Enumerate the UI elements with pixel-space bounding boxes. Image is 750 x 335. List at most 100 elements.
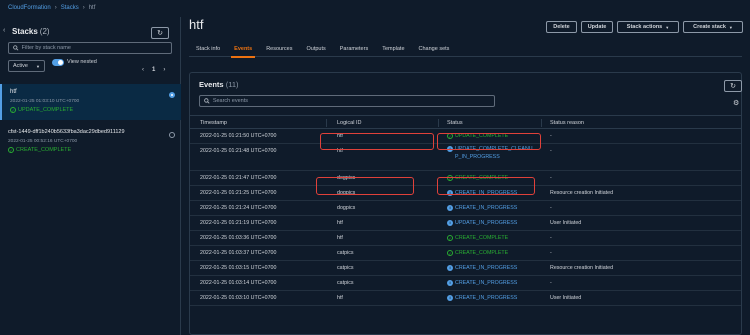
event-status-reason: - <box>550 205 552 211</box>
highlight-box <box>437 133 541 150</box>
event-timestamp: 2022-01-25 01:03:15 UTC+0700 <box>200 265 277 271</box>
stacks-panel-header: Stacks (2) <box>12 27 50 36</box>
event-status-reason: Resource creation Initiated <box>550 265 614 271</box>
event-status-text: CREATE_IN_PROGRESS <box>455 205 518 211</box>
stack-list-item-htf[interactable]: htf 2022-01-25 01:03:10 UTC+0700 ✓ UPDAT… <box>0 84 181 120</box>
page-number[interactable]: 1 <box>152 67 155 73</box>
event-status-text: CREATE_IN_PROGRESS <box>455 265 518 271</box>
event-status-reason: User Initiated <box>550 295 582 301</box>
stack-list-item-cfst[interactable]: cfst-1449-dff1b240b5633fba3dac29dbed9111… <box>0 124 181 160</box>
check-circle-icon: ✓ <box>10 106 16 113</box>
highlight-box <box>316 177 414 195</box>
table-row: 2022-01-25 01:03:37 UTC+0700 catpics ✓ CREA… <box>190 246 741 261</box>
column-divider <box>541 119 542 127</box>
event-logical-id: dogpics <box>337 205 356 211</box>
update-button[interactable]: Update <box>581 21 613 33</box>
event-logical-id: catpics <box>337 250 354 256</box>
next-page-icon[interactable]: › <box>163 67 165 73</box>
breadcrumb-cloudformation[interactable]: CloudFormation <box>8 5 51 11</box>
event-status-text: CREATE_IN_PROGRESS <box>455 280 518 286</box>
stack-tabs: Stack info Events Resources Outputs Para… <box>189 41 742 58</box>
event-timestamp: 2022-01-25 01:21:24 UTC+0700 <box>200 205 277 211</box>
table-row: 2022-01-25 01:03:14 UTC+0700 catpics i CREA… <box>190 276 741 291</box>
stack-actions-label: Stack actions <box>626 24 663 30</box>
event-timestamp: 2022-01-25 01:21:47 UTC+0700 <box>200 175 277 181</box>
events-search-field <box>199 95 495 107</box>
stack-actions-button[interactable]: Stack actions ▼ <box>617 21 679 33</box>
gear-icon[interactable]: ⚙ <box>733 99 739 107</box>
stack-date: 2022-01-25 01:03:10 UTC+0700 <box>10 99 80 104</box>
status-filter-select[interactable]: Active ▼ <box>8 60 45 72</box>
caret-down-icon: ▼ <box>728 24 733 30</box>
info-circle-icon: i <box>447 264 453 271</box>
event-timestamp: 2022-01-25 01:21:19 UTC+0700 <box>200 220 277 226</box>
stack-name: htf <box>10 89 17 95</box>
stacks-title: Stacks <box>12 27 38 36</box>
search-icon <box>204 98 210 104</box>
table-row: 2022-01-25 01:03:10 UTC+0700 htf i CREATE_I… <box>190 291 741 306</box>
event-timestamp: 2022-01-25 01:03:37 UTC+0700 <box>200 250 277 256</box>
refresh-icon: ↻ <box>730 83 736 90</box>
event-timestamp: 2022-01-25 01:03:10 UTC+0700 <box>200 295 277 301</box>
stack-select-radio[interactable] <box>169 92 175 98</box>
column-header-logical-id[interactable]: Logical ID <box>337 120 361 126</box>
events-refresh-button[interactable]: ↻ <box>724 80 742 92</box>
info-circle-icon: i <box>447 219 453 226</box>
caret-down-icon: ▼ <box>665 24 670 30</box>
caret-down-icon: ▼ <box>36 63 40 69</box>
column-header-timestamp[interactable]: Timestamp <box>200 120 227 126</box>
stacks-panel: ‹ Stacks (2) ↻ Active ▼ View nested ‹ 1 … <box>0 17 181 335</box>
breadcrumb-stacks[interactable]: Stacks <box>61 5 79 11</box>
stacks-refresh-button[interactable]: ↻ <box>151 27 169 39</box>
column-header-status[interactable]: Status <box>447 120 463 126</box>
event-logical-id: htf <box>337 220 343 226</box>
event-status-reason: - <box>550 250 552 256</box>
highlight-box <box>320 133 434 150</box>
info-circle-icon: i <box>447 294 453 301</box>
tab-parameters[interactable]: Parameters <box>333 41 375 57</box>
stacks-pagination: ‹ 1 › <box>142 67 165 73</box>
column-header-status-reason[interactable]: Status reason <box>550 120 584 126</box>
refresh-icon: ↻ <box>157 30 163 37</box>
event-status-reason: - <box>550 280 552 286</box>
event-status-text: CREATE_IN_PROGRESS <box>455 295 518 301</box>
stack-date: 2022-01-25 00:52:16 UTC+0700 <box>8 139 78 144</box>
update-button-label: Update <box>587 24 607 30</box>
event-status: i CREATE_IN_PROGRESS <box>447 204 535 213</box>
tab-outputs[interactable]: Outputs <box>300 41 333 57</box>
events-panel: Events (11) ↻ ⚙ Timestamp Logical ID Sta… <box>189 72 742 335</box>
page-title: htf <box>189 17 204 32</box>
event-status: i CREATE_IN_PROGRESS <box>447 264 535 273</box>
tab-resources[interactable]: Resources <box>259 41 299 57</box>
tab-events[interactable]: Events <box>227 41 259 58</box>
stack-actions-toolbar: Delete Update Stack actions ▼ Create stac… <box>546 21 743 33</box>
tab-change-sets[interactable]: Change sets <box>412 41 457 57</box>
table-row: 2022-01-25 01:21:24 UTC+0700 dogpics i CREA… <box>190 201 741 216</box>
stack-name: cfst-1449-dff1b240b5633fba3dac29dbed9111… <box>8 129 125 135</box>
collapse-icon[interactable]: ‹ <box>3 27 5 34</box>
event-timestamp: 2022-01-25 01:21:25 UTC+0700 <box>200 190 277 196</box>
event-status-text: CREATE_COMPLETE <box>455 250 509 256</box>
view-nested-toggle[interactable] <box>52 59 64 66</box>
check-circle-icon: ✓ <box>8 146 14 153</box>
create-stack-button[interactable]: Create stack ▼ <box>683 21 743 33</box>
tab-template[interactable]: Template <box>375 41 411 57</box>
event-status: i UPDATE_IN_PROGRESS <box>447 219 535 228</box>
event-status: i CREATE_IN_PROGRESS <box>447 279 535 288</box>
events-count: (11) <box>225 80 239 89</box>
table-row: 2022-01-25 01:03:15 UTC+0700 catpics i CREA… <box>190 261 741 276</box>
stack-select-radio[interactable] <box>169 132 175 138</box>
event-logical-id: catpics <box>337 265 354 271</box>
stack-status: ✓ UPDATE_COMPLETE <box>10 106 73 113</box>
events-table-header: Timestamp Logical ID Status Status reaso… <box>190 115 741 129</box>
events-search-input[interactable] <box>212 98 494 104</box>
tab-stack-info[interactable]: Stack info <box>189 41 227 57</box>
stack-filter-input[interactable] <box>21 45 171 51</box>
column-divider <box>326 119 327 127</box>
event-status-reason: - <box>550 235 552 241</box>
delete-button[interactable]: Delete <box>546 21 577 33</box>
prev-page-icon[interactable]: ‹ <box>142 67 144 73</box>
table-row: 2022-01-25 01:21:19 UTC+0700 htf i UPDATE_I… <box>190 216 741 231</box>
event-status: ✓ CREATE_COMPLETE <box>447 234 535 243</box>
event-logical-id: catpics <box>337 280 354 286</box>
